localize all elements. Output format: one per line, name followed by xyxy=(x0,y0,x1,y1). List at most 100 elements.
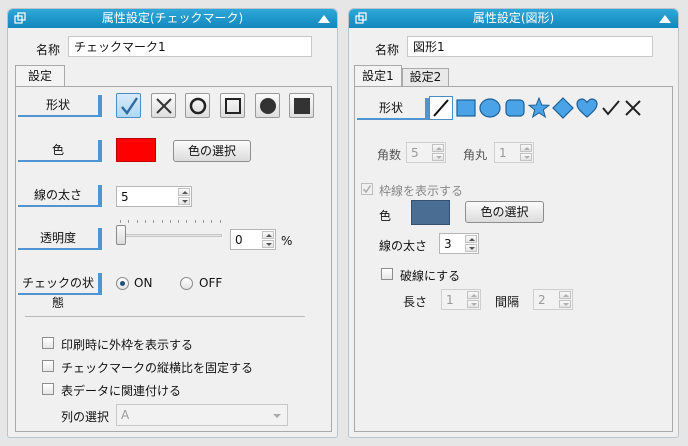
tab-settings1[interactable]: 設定1 xyxy=(354,65,402,87)
filled-square-shape-button[interactable] xyxy=(289,93,314,118)
shape-label: 形状 xyxy=(357,98,429,120)
diamond-icon[interactable] xyxy=(552,97,574,119)
spin-down-icon[interactable] xyxy=(465,244,477,252)
round-spinner[interactable]: 1 xyxy=(494,142,534,163)
spin-up-icon[interactable] xyxy=(178,188,190,196)
color-swatch[interactable] xyxy=(411,200,450,225)
check-icon[interactable] xyxy=(601,99,621,117)
slider-tick xyxy=(178,220,180,223)
link-table-checkbox[interactable] xyxy=(42,383,54,395)
spin-up-icon[interactable] xyxy=(432,144,444,152)
rounded-rect-icon[interactable] xyxy=(505,99,525,117)
line-width-spinner[interactable]: 5 xyxy=(116,186,192,207)
left-title-bar: 属性設定(チェックマーク) xyxy=(8,9,337,28)
dashed-checkbox[interactable] xyxy=(381,268,393,280)
settings-tab-body xyxy=(15,86,332,432)
rectangle-icon[interactable] xyxy=(456,99,476,117)
filled-circle-icon xyxy=(260,98,276,114)
collapse-icon[interactable] xyxy=(658,13,672,24)
length-label: 長さ xyxy=(403,295,428,309)
spin-up-icon[interactable] xyxy=(559,291,571,299)
spacing-label: 間隔 xyxy=(495,295,520,309)
transparency-slider[interactable] xyxy=(116,219,224,249)
line-width-spinner[interactable]: 3 xyxy=(439,233,479,254)
slider-tick xyxy=(203,220,204,223)
restore-icon[interactable] xyxy=(14,12,27,24)
right-panel: 属性設定(図形) 名称 図形1 設定1 設定2 形状 角数 5 角丸 1 枠線を… xyxy=(348,8,679,438)
check-state-label: チェックの状態 xyxy=(18,273,102,310)
settings1-tab-body xyxy=(354,86,673,432)
spin-down-icon[interactable] xyxy=(432,153,444,161)
show-border-label: 枠線を表示する xyxy=(379,184,464,198)
right-title: 属性設定(図形) xyxy=(472,11,555,25)
star-icon[interactable] xyxy=(528,97,550,119)
line-width-value: 5 xyxy=(121,190,129,204)
name-input[interactable]: チェックマーク1 xyxy=(68,36,312,57)
cross-shape-button[interactable] xyxy=(151,93,176,118)
color-label: 色 xyxy=(379,209,392,223)
choose-color-button[interactable]: 色の選択 xyxy=(173,140,251,162)
heart-icon[interactable] xyxy=(576,98,598,118)
spin-down-icon[interactable] xyxy=(262,240,274,248)
print-frame-checkbox[interactable] xyxy=(42,337,54,349)
spacing-value: 2 xyxy=(538,293,546,307)
slider-tick xyxy=(120,220,121,223)
checkmark-icon xyxy=(362,185,372,194)
transparency-value: 0 xyxy=(235,233,243,247)
collapse-icon[interactable] xyxy=(317,13,331,24)
radio-on-label: ON xyxy=(134,276,153,290)
slider-thumb[interactable] xyxy=(116,225,126,245)
shape-label: 形状 xyxy=(18,95,102,117)
color-swatch[interactable] xyxy=(116,138,156,162)
spin-down-icon[interactable] xyxy=(559,300,571,308)
circle-shape-button[interactable] xyxy=(185,93,210,118)
divider xyxy=(25,316,305,317)
slider-tick xyxy=(194,220,196,223)
left-panel: 属性設定(チェックマーク) 名称 チェックマーク1 設定 形状 色 色の選択 線… xyxy=(7,8,338,438)
name-label: 名称 xyxy=(375,43,400,57)
choose-color-button[interactable]: 色の選択 xyxy=(465,201,544,223)
column-select[interactable]: A xyxy=(116,404,288,426)
length-spinner[interactable]: 1 xyxy=(441,289,481,310)
square-shape-button[interactable] xyxy=(220,93,245,118)
spin-down-icon[interactable] xyxy=(520,153,532,161)
line-width-value: 3 xyxy=(444,237,452,251)
slider-tick xyxy=(161,220,163,223)
ellipse-icon[interactable] xyxy=(479,98,501,118)
spin-down-icon[interactable] xyxy=(178,197,190,205)
check-shape-button[interactable] xyxy=(116,93,141,118)
show-border-checkbox[interactable] xyxy=(361,183,373,195)
restore-icon[interactable] xyxy=(355,12,368,24)
left-title: 属性設定(チェックマーク) xyxy=(101,11,244,25)
slider-tick xyxy=(128,220,130,223)
round-label: 角丸 xyxy=(463,148,488,162)
slider-tick xyxy=(186,220,188,223)
filled-circle-shape-button[interactable] xyxy=(255,93,280,118)
spin-down-icon[interactable] xyxy=(467,300,479,308)
right-title-bar: 属性設定(図形) xyxy=(349,9,678,28)
radio-on[interactable] xyxy=(116,277,129,290)
dashed-label: 破線にする xyxy=(400,269,461,283)
radio-off-label: OFF xyxy=(199,276,223,290)
spin-up-icon[interactable] xyxy=(465,235,477,243)
line-shape-button[interactable] xyxy=(429,96,453,120)
name-input[interactable]: 図形1 xyxy=(407,36,653,57)
transparency-spinner[interactable]: 0 xyxy=(230,229,276,250)
percent-unit: % xyxy=(281,234,293,248)
slider-tick xyxy=(211,220,213,223)
spin-up-icon[interactable] xyxy=(467,291,479,299)
spacing-spinner[interactable]: 2 xyxy=(533,289,573,310)
spin-up-icon[interactable] xyxy=(520,144,532,152)
tab-settings[interactable]: 設定 xyxy=(15,65,65,87)
cross-icon xyxy=(156,98,172,114)
transparency-label: 透明度 xyxy=(18,228,102,250)
cross-icon[interactable] xyxy=(624,99,642,117)
circle-icon xyxy=(189,97,207,115)
check-icon xyxy=(121,97,138,116)
tab-settings2[interactable]: 設定2 xyxy=(402,68,449,86)
corners-spinner[interactable]: 5 xyxy=(406,142,446,163)
radio-off[interactable] xyxy=(180,277,193,290)
corners-label: 角数 xyxy=(377,148,402,162)
spin-up-icon[interactable] xyxy=(262,231,274,239)
fix-ratio-checkbox[interactable] xyxy=(42,360,54,372)
